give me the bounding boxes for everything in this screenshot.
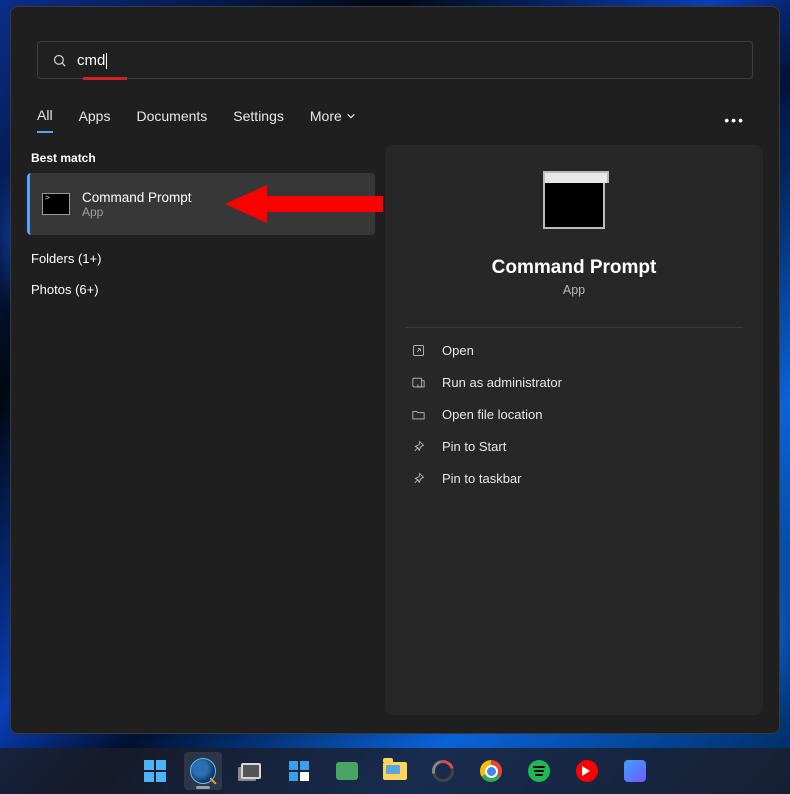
divider (405, 327, 743, 328)
tab-all[interactable]: All (37, 107, 53, 133)
youtube-music-button[interactable] (568, 752, 606, 790)
best-match-subtitle: App (82, 205, 192, 219)
chat-icon (336, 762, 358, 780)
loading-ring-icon (428, 756, 458, 786)
preview-pane: Command Prompt App Open Run as administr… (385, 145, 763, 715)
results-column: Best match Command Prompt App Folders (1… (27, 145, 375, 715)
chat-button[interactable] (328, 752, 366, 790)
tab-apps[interactable]: Apps (79, 108, 111, 132)
search-button[interactable] (184, 752, 222, 790)
widgets-button[interactable] (280, 752, 318, 790)
action-pin-to-start[interactable]: Pin to Start (405, 430, 743, 462)
folder-icon (411, 407, 426, 422)
filter-tabs: All Apps Documents Settings More ••• (37, 107, 753, 133)
result-group-photos[interactable]: Photos (6+) (31, 282, 371, 297)
search-icon (52, 53, 67, 68)
taskbar (0, 748, 790, 794)
search-input-value: cmd (77, 52, 105, 69)
file-explorer-button[interactable] (376, 752, 414, 790)
admin-icon (411, 375, 426, 390)
copilot-icon (624, 760, 646, 782)
action-open[interactable]: Open (405, 334, 743, 366)
task-view-button[interactable] (232, 752, 270, 790)
tab-documents[interactable]: Documents (136, 108, 207, 132)
start-search-panel: cmd All Apps Documents Settings More •••… (10, 6, 780, 734)
task-view-icon (241, 763, 261, 779)
best-match-title: Command Prompt (82, 190, 192, 205)
preview-title: Command Prompt (492, 257, 657, 279)
folder-icon (383, 762, 407, 780)
preview-actions: Open Run as administrator Open file loca… (405, 334, 743, 494)
chrome-button[interactable] (472, 752, 510, 790)
open-icon (411, 343, 426, 358)
copilot-button[interactable] (616, 752, 654, 790)
search-icon (190, 758, 216, 784)
pin-icon (411, 471, 426, 486)
spotify-button[interactable] (520, 752, 558, 790)
action-pin-to-taskbar[interactable]: Pin to taskbar (405, 462, 743, 494)
start-button[interactable] (136, 752, 174, 790)
preview-app-icon (543, 179, 605, 229)
action-open-file-location[interactable]: Open file location (405, 398, 743, 430)
youtube-music-icon (576, 760, 598, 782)
widgets-icon (289, 761, 309, 781)
spotify-icon (528, 760, 550, 782)
annotation-arrow (225, 179, 385, 229)
preview-subtitle: App (563, 283, 585, 297)
annotation-underline (83, 77, 127, 80)
tab-more[interactable]: More (310, 108, 356, 132)
pin-icon (411, 439, 426, 454)
action-run-as-admin[interactable]: Run as administrator (405, 366, 743, 398)
best-match-label: Best match (31, 151, 371, 165)
search-box[interactable]: cmd (37, 41, 753, 79)
windows-logo-icon (144, 760, 166, 782)
chrome-icon (480, 760, 502, 782)
tab-settings[interactable]: Settings (233, 108, 284, 132)
overflow-menu-button[interactable]: ••• (724, 112, 753, 128)
command-prompt-icon (42, 193, 70, 215)
best-match-result[interactable]: Command Prompt App (27, 173, 375, 235)
powertoys-button[interactable] (424, 752, 462, 790)
result-group-folders[interactable]: Folders (1+) (31, 251, 371, 266)
chevron-down-icon (346, 111, 356, 121)
